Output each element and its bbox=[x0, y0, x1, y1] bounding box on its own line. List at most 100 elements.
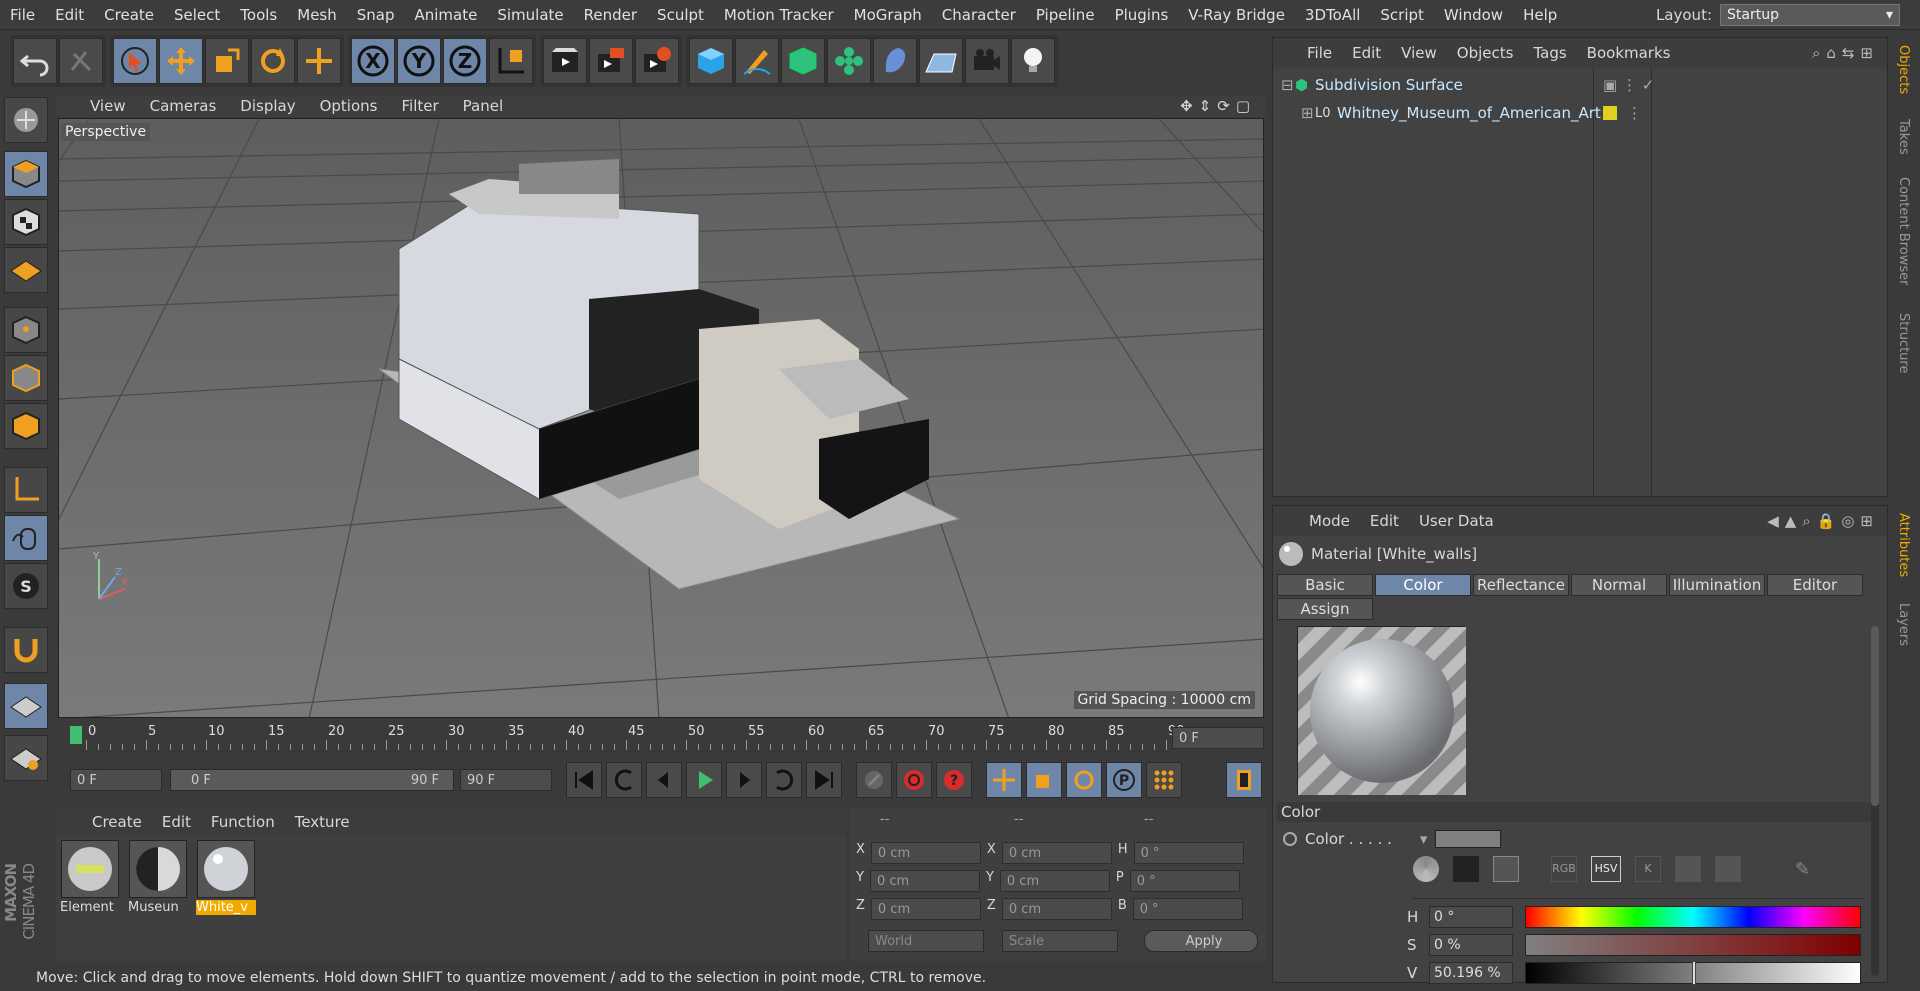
menu-mesh[interactable]: Mesh bbox=[287, 6, 347, 24]
viewport-menu-filter[interactable]: Filter bbox=[401, 97, 438, 115]
render-settings-icon[interactable] bbox=[635, 38, 679, 84]
object-menu-edit[interactable]: Edit bbox=[1352, 44, 1381, 62]
autokey-icon[interactable] bbox=[896, 762, 932, 798]
value-field[interactable]: 50.196 % bbox=[1429, 962, 1513, 984]
menu-animate[interactable]: Animate bbox=[405, 6, 488, 24]
select-arrow-icon[interactable] bbox=[113, 38, 157, 84]
tab-illumination[interactable]: Illumination bbox=[1669, 574, 1765, 596]
cloner-icon[interactable] bbox=[827, 38, 871, 84]
tab-reflectance[interactable]: Reflectance bbox=[1473, 574, 1569, 596]
hue-slider[interactable] bbox=[1525, 906, 1861, 928]
coordinate-space-dropdown[interactable]: World bbox=[868, 930, 984, 952]
attr-menu-user-data[interactable]: User Data bbox=[1419, 512, 1494, 530]
layer-color-swatch[interactable] bbox=[1603, 106, 1617, 120]
viewport-camera-label[interactable]: Perspective bbox=[61, 123, 151, 141]
menu-vray-bridge[interactable]: V-Ray Bridge bbox=[1178, 6, 1295, 24]
side-tab-takes[interactable]: Takes bbox=[1896, 119, 1911, 155]
spectrum-icon[interactable] bbox=[1453, 856, 1479, 882]
key-scale-icon[interactable] bbox=[1026, 762, 1062, 798]
tab-assign[interactable]: Assign bbox=[1277, 598, 1373, 620]
undo-icon[interactable] bbox=[13, 38, 57, 84]
menu-character[interactable]: Character bbox=[932, 6, 1026, 24]
object-menu-file[interactable]: File bbox=[1307, 44, 1332, 62]
previous-frame-icon[interactable] bbox=[646, 762, 682, 798]
object-menu-view[interactable]: View bbox=[1401, 44, 1437, 62]
side-tab-attributes[interactable]: Attributes bbox=[1896, 513, 1911, 577]
material-preview[interactable] bbox=[1297, 626, 1466, 795]
move-icon[interactable] bbox=[159, 38, 203, 84]
end-frame-field[interactable]: 90 F bbox=[460, 769, 552, 791]
position-x-field[interactable]: 0 cm bbox=[870, 842, 981, 864]
material-menu-function[interactable]: Function bbox=[211, 813, 275, 831]
current-frame-field[interactable]: 0 F bbox=[1172, 727, 1264, 749]
saturation-slider[interactable] bbox=[1525, 934, 1861, 956]
color-swatch[interactable] bbox=[1435, 830, 1502, 848]
tab-editor[interactable]: Editor bbox=[1767, 574, 1863, 596]
timeline-window-icon[interactable] bbox=[1226, 762, 1262, 798]
keyframe-selection-icon[interactable]: ? bbox=[936, 762, 972, 798]
z-axis-icon[interactable]: Z bbox=[443, 38, 487, 84]
camera-icon[interactable] bbox=[965, 38, 1009, 84]
object-menu-tags[interactable]: Tags bbox=[1533, 44, 1566, 62]
attr-scrollbar[interactable] bbox=[1871, 626, 1879, 976]
key-parameter-icon[interactable]: P bbox=[1106, 762, 1142, 798]
material-thumbnail[interactable]: Element bbox=[60, 840, 120, 922]
previous-key-icon[interactable] bbox=[606, 762, 642, 798]
y-axis-icon[interactable]: Y bbox=[397, 38, 441, 84]
size-x-field[interactable]: 0 cm bbox=[1001, 842, 1112, 864]
go-to-start-icon[interactable] bbox=[566, 762, 602, 798]
go-to-end-icon[interactable] bbox=[806, 762, 842, 798]
rotate-icon[interactable] bbox=[251, 38, 295, 84]
viewport-menu-panel[interactable]: Panel bbox=[463, 97, 503, 115]
points-mode-icon[interactable] bbox=[4, 307, 48, 353]
material-menu-edit[interactable]: Edit bbox=[162, 813, 191, 831]
menu-mograph[interactable]: MoGraph bbox=[844, 6, 932, 24]
tweak-mode-icon[interactable] bbox=[4, 515, 48, 561]
make-editable-icon[interactable] bbox=[4, 97, 48, 143]
menu-3dtoall[interactable]: 3DToAll bbox=[1295, 6, 1370, 24]
menu-snap[interactable]: Snap bbox=[347, 6, 405, 24]
key-position-icon[interactable] bbox=[986, 762, 1022, 798]
start-frame-field[interactable]: 0 F bbox=[70, 769, 162, 791]
menu-help[interactable]: Help bbox=[1513, 6, 1567, 24]
expand-icon[interactable]: ⊞ bbox=[1301, 104, 1315, 122]
visibility-dots-icon[interactable]: ⋮ bbox=[1627, 104, 1642, 122]
live-selection-icon[interactable] bbox=[297, 38, 341, 84]
mixer-icon[interactable] bbox=[1675, 856, 1701, 882]
eyedropper-icon[interactable]: ✎ bbox=[1795, 859, 1810, 880]
material-thumbnail[interactable]: Museun bbox=[128, 840, 188, 922]
rotation-p-field[interactable]: 0 ° bbox=[1129, 870, 1240, 892]
attr-menu-edit[interactable]: Edit bbox=[1370, 512, 1399, 530]
axis-mode-icon[interactable] bbox=[4, 467, 48, 513]
attr-scroll-thumb[interactable] bbox=[1871, 626, 1879, 806]
menu-file[interactable]: File bbox=[0, 6, 45, 24]
next-key-icon[interactable] bbox=[766, 762, 802, 798]
play-icon[interactable] bbox=[686, 762, 722, 798]
object-row-whitney-museum[interactable]: ⊞ L0 Whitney_Museum_of_American_Art ⋮ bbox=[1273, 100, 1889, 126]
texture-mode-icon[interactable] bbox=[4, 199, 48, 245]
tab-color[interactable]: Color bbox=[1375, 574, 1471, 596]
apply-button[interactable]: Apply bbox=[1144, 930, 1258, 952]
object-row-subdivision-surface[interactable]: ⊟ ⬢ Subdivision Surface ▣ ⋮ ✓ bbox=[1273, 72, 1889, 98]
key-point-level-icon[interactable] bbox=[1146, 762, 1182, 798]
value-slider-handle[interactable] bbox=[1691, 961, 1696, 985]
record-keys-icon[interactable] bbox=[856, 762, 892, 798]
key-rotation-icon[interactable] bbox=[1066, 762, 1102, 798]
attr-menu-mode[interactable]: Mode bbox=[1309, 512, 1350, 530]
tab-normal[interactable]: Normal bbox=[1571, 574, 1667, 596]
menu-motion-tracker[interactable]: Motion Tracker bbox=[714, 6, 844, 24]
side-tab-objects[interactable]: Objects bbox=[1896, 45, 1911, 94]
viewport-menu-display[interactable]: Display bbox=[240, 97, 295, 115]
size-mode-dropdown[interactable]: Scale bbox=[1002, 930, 1118, 952]
menu-simulate[interactable]: Simulate bbox=[487, 6, 573, 24]
visibility-dots-icon[interactable]: ▣ ⋮ ✓ bbox=[1603, 76, 1654, 94]
workplane-lock-icon[interactable] bbox=[4, 683, 48, 729]
animate-param-icon[interactable] bbox=[1283, 832, 1297, 846]
side-tab-structure[interactable]: Structure bbox=[1896, 313, 1911, 373]
polygons-mode-icon[interactable] bbox=[4, 403, 48, 449]
viewport-nav-icons[interactable]: ✥⇕⟳▢ bbox=[1180, 97, 1256, 115]
next-frame-icon[interactable] bbox=[726, 762, 762, 798]
color-wheel-icon[interactable] bbox=[1413, 856, 1439, 882]
material-menu-create[interactable]: Create bbox=[92, 813, 142, 831]
model-mode-icon[interactable] bbox=[4, 151, 48, 197]
